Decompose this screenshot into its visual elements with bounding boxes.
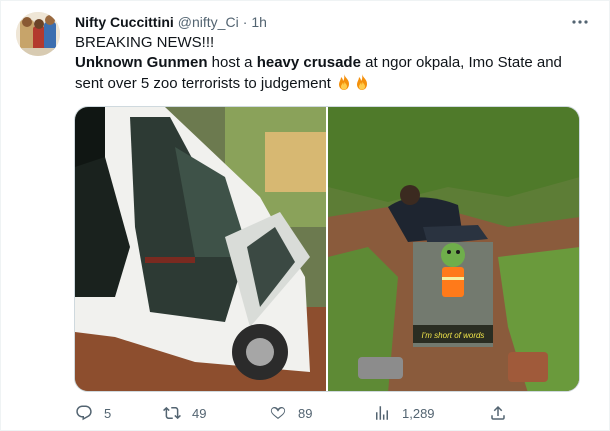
- like-button[interactable]: 89: [269, 404, 373, 422]
- retweet-icon: [163, 406, 181, 420]
- avatar[interactable]: [16, 12, 60, 56]
- share-button[interactable]: [489, 404, 507, 422]
- like-icon: [270, 407, 286, 419]
- like-count: 89: [298, 405, 313, 421]
- sticker-text: I'm short of words: [422, 331, 485, 340]
- bold-phrase-heavy-crusade: heavy crusade: [256, 54, 361, 71]
- reply-icon: [76, 405, 92, 421]
- text-segment: sent over 5 zoo terrorists to judgement: [75, 75, 336, 92]
- retweet-count: 49: [192, 405, 207, 421]
- reply-button[interactable]: 5: [75, 404, 163, 422]
- share-icon: [491, 405, 505, 420]
- author-handle[interactable]: @nifty_Ci: [178, 14, 239, 30]
- tweet-text: BREAKING NEWS!!! Unknown Gunmen host a h…: [75, 33, 585, 97]
- more-options-button[interactable]: [569, 11, 591, 33]
- more-icon: [572, 20, 588, 24]
- retweet-button[interactable]: 49: [163, 404, 269, 422]
- views-count: 1,289: [402, 405, 435, 421]
- views-button[interactable]: 1,289: [373, 404, 489, 422]
- media-image-right[interactable]: I'm short of words: [328, 107, 579, 391]
- tweet-line-2: Unknown Gunmen host a heavy crusade at n…: [75, 53, 585, 73]
- tweet-line-3: sent over 5 zoo terrorists to judgement: [75, 73, 585, 97]
- text-segment: host a: [207, 54, 257, 71]
- author-name[interactable]: Nifty Cuccittini: [75, 14, 174, 30]
- separator-dot: ·: [242, 14, 248, 30]
- fire-emoji: [353, 73, 371, 97]
- media-image-left[interactable]: [75, 107, 326, 391]
- timestamp[interactable]: 1h: [251, 14, 267, 30]
- text-segment: at ngor okpala, Imo State and: [360, 54, 562, 71]
- reply-count: 5: [104, 405, 112, 421]
- fire-emoji: [335, 73, 353, 97]
- action-bar: 5 49 89 1,289: [75, 399, 585, 427]
- tweet-line-1: BREAKING NEWS!!!: [75, 34, 215, 51]
- tweet-card[interactable]: Nifty Cuccittini @nifty_Ci · 1h BREAKING…: [0, 0, 610, 431]
- views-icon: [376, 406, 388, 420]
- tweet-header: Nifty Cuccittini @nifty_Ci · 1h: [75, 12, 267, 32]
- media-grid: I'm short of words: [74, 106, 580, 392]
- bold-phrase-unknown-gunmen: Unknown Gunmen: [75, 54, 208, 71]
